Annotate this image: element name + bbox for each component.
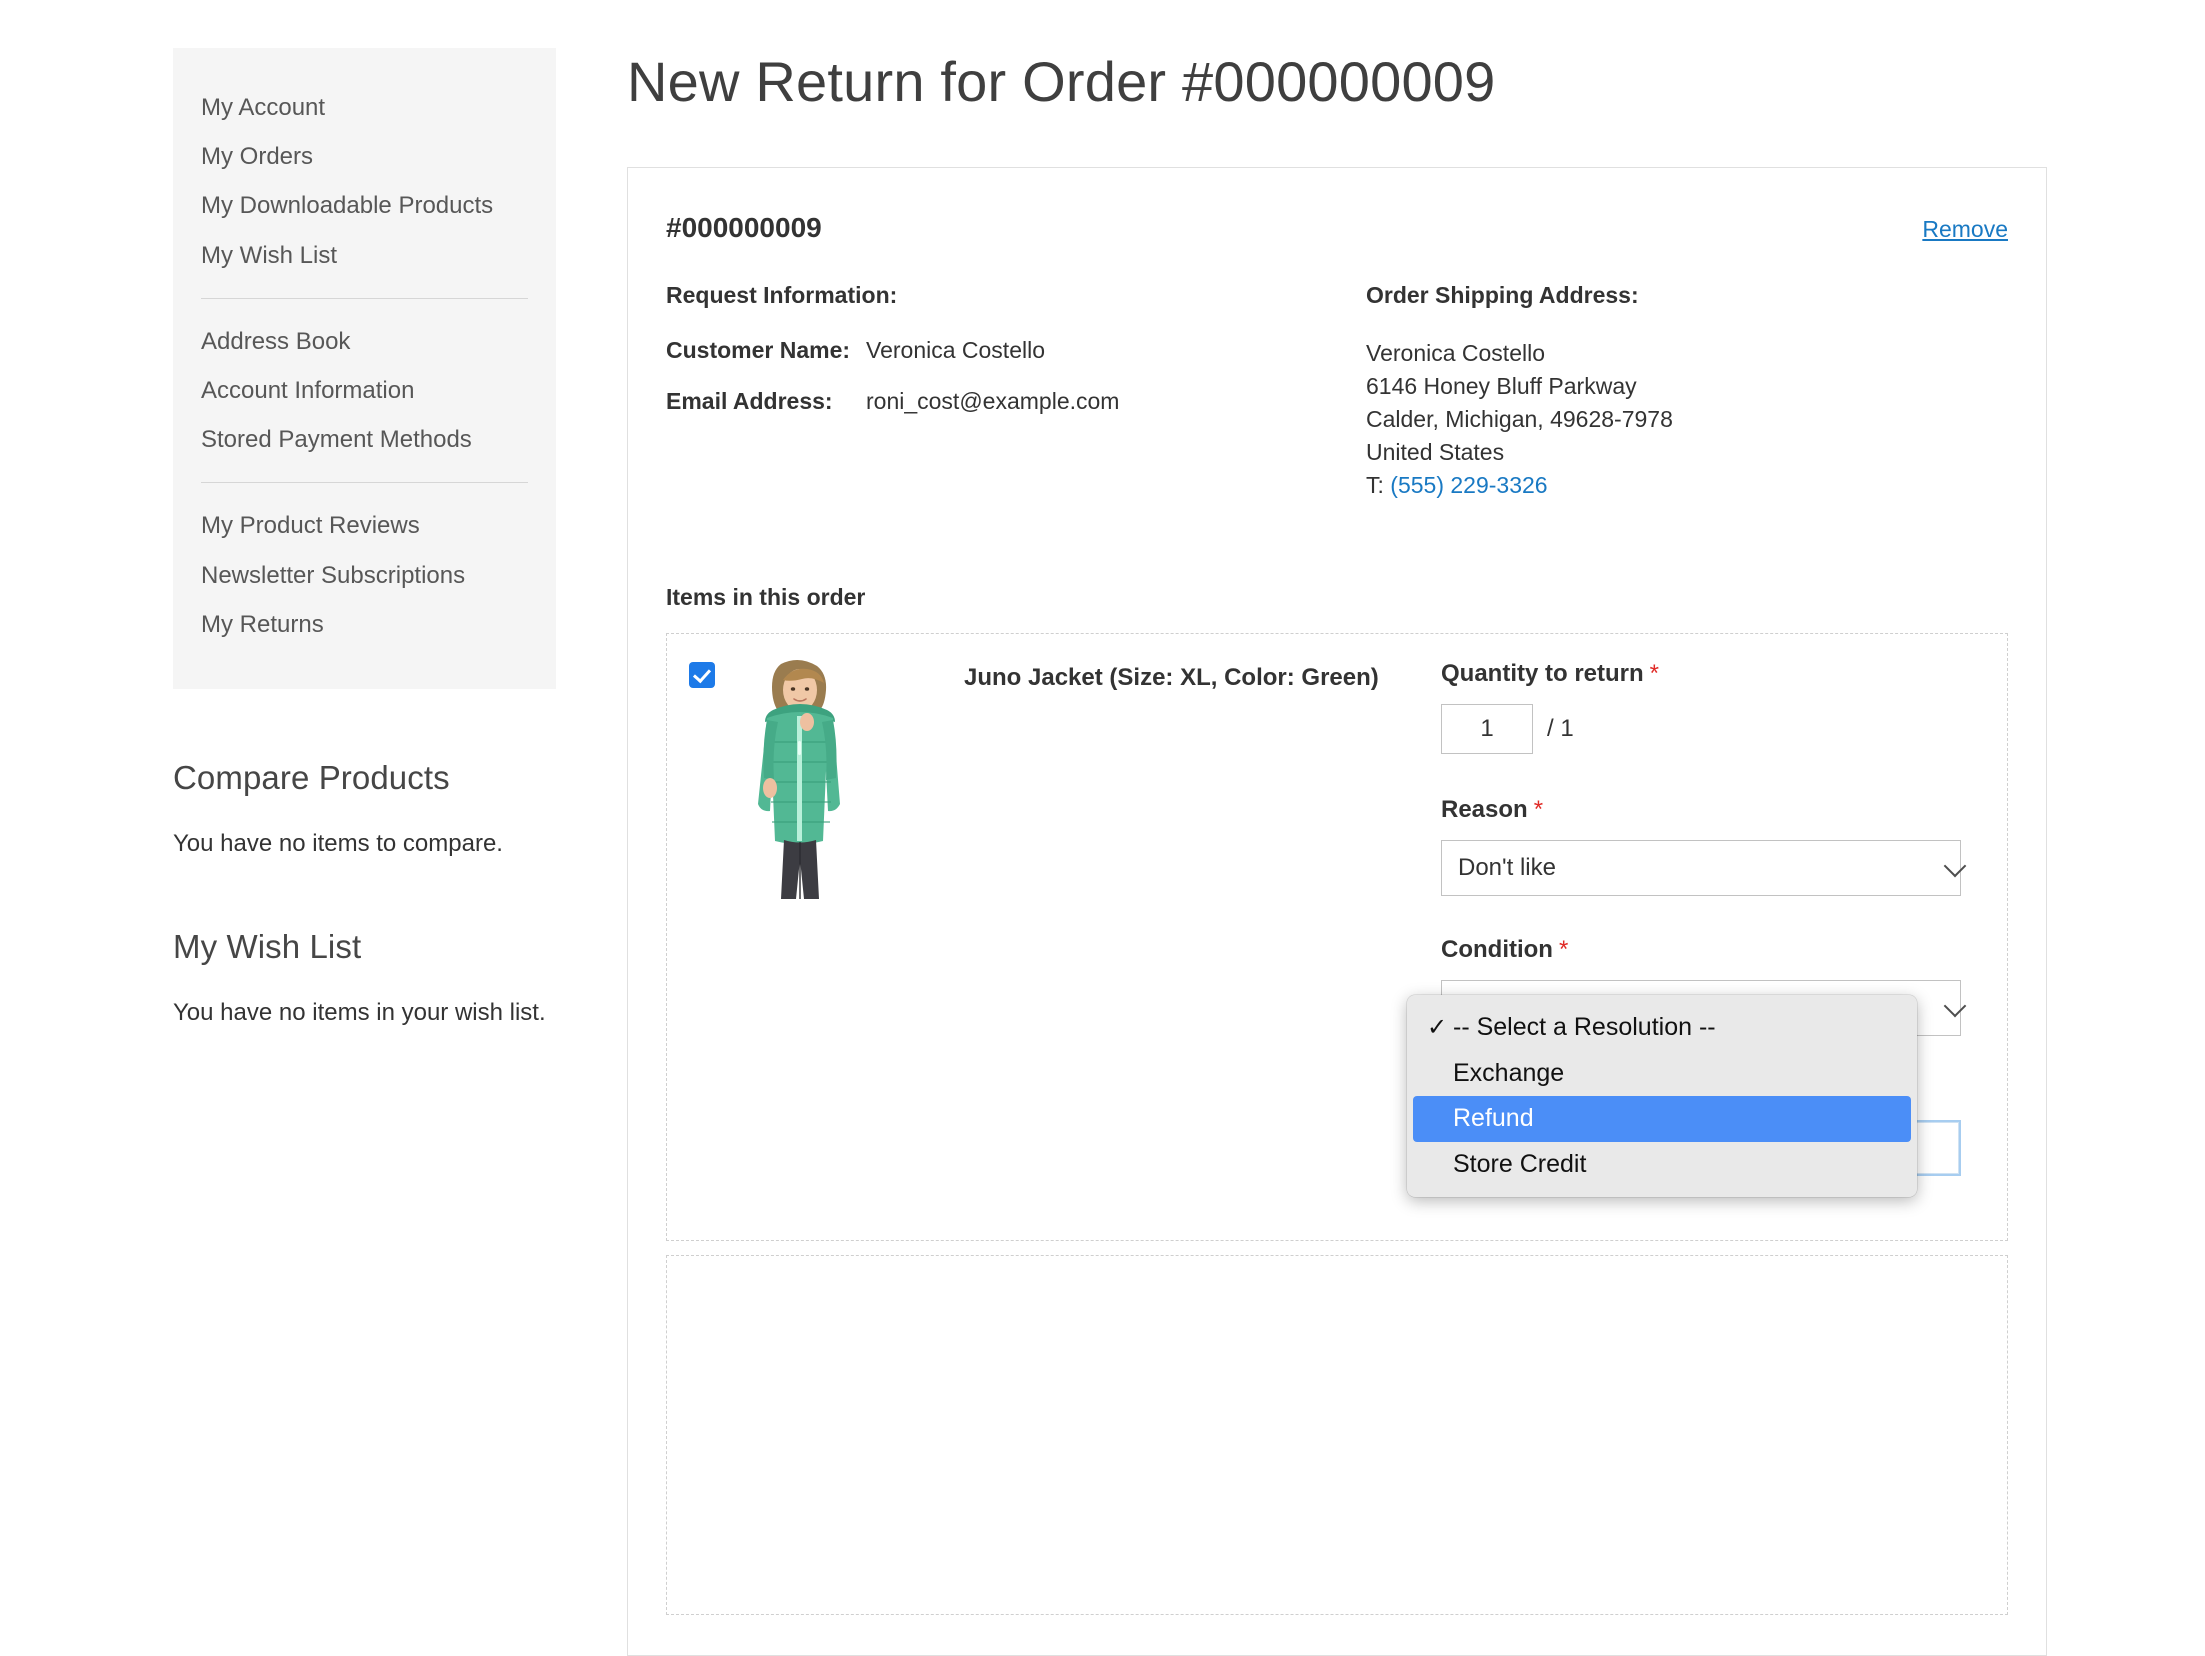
reason-label-text: Reason xyxy=(1441,796,1528,823)
sidebar-item-my-returns[interactable]: My Returns xyxy=(173,600,556,649)
shipping-country: United States xyxy=(1366,436,2006,469)
quantity-label: Quantity to return* xyxy=(1441,660,1981,688)
sidebar-item-my-account[interactable]: My Account xyxy=(173,83,556,132)
shipping-street: 6146 Honey Bluff Parkway xyxy=(1366,370,2006,403)
shipping-address-block: Order Shipping Address: Veronica Costell… xyxy=(1366,282,2006,501)
customer-name-row: Customer Name: Veronica Costello xyxy=(666,337,1366,364)
item-select-cell xyxy=(689,656,737,1216)
sidebar-item-my-product-reviews[interactable]: My Product Reviews xyxy=(173,501,556,550)
reason-required-marker: * xyxy=(1534,796,1543,823)
product-name: Juno Jacket (Size: XL, Color: Green) xyxy=(964,664,1441,692)
resolution-option-label: Store Credit xyxy=(1453,1147,1586,1183)
return-item-row xyxy=(666,1255,2008,1615)
sidebar-divider-2 xyxy=(201,482,528,483)
wish-list-block: My Wish List You have no items in your w… xyxy=(173,928,556,1027)
nav-group-activity: My Product Reviews Newsletter Subscripti… xyxy=(173,501,556,649)
quantity-total: / 1 xyxy=(1547,715,1574,743)
request-information-heading: Request Information: xyxy=(666,282,1366,309)
page-title: New Return for Order #000000009 xyxy=(627,48,2047,115)
resolution-option-store-credit[interactable]: Store Credit xyxy=(1413,1142,1911,1188)
nav-group-profile: Address Book Account Information Stored … xyxy=(173,317,556,465)
email-address-value: roni_cost@example.com xyxy=(866,388,1119,415)
items-in-this-order-heading: Items in this order xyxy=(666,584,2008,611)
order-number: #000000009 xyxy=(666,212,822,244)
sidebar-divider-1 xyxy=(201,298,528,299)
quantity-input[interactable] xyxy=(1441,704,1533,754)
compare-products-empty-text: You have no items to compare. xyxy=(173,830,556,858)
shipping-phone-row: T: (555) 229-3326 xyxy=(1366,469,2006,502)
item-image-cell xyxy=(737,656,882,1216)
resolution-option-label: Exchange xyxy=(1453,1056,1564,1092)
phone-prefix: T: xyxy=(1366,472,1390,498)
product-thumbnail xyxy=(737,656,862,899)
email-address-label: Email Address: xyxy=(666,388,866,415)
sidebar-item-newsletter-subscriptions[interactable]: Newsletter Subscriptions xyxy=(173,551,556,600)
return-request-card: #000000009 Remove Request Information: C… xyxy=(627,167,2047,1655)
main-content: New Return for Order #000000009 #0000000… xyxy=(627,0,2047,1656)
reason-select[interactable]: Don't like xyxy=(1441,840,1961,896)
wish-list-empty-text: You have no items in your wish list. xyxy=(173,999,556,1027)
resolution-option-exchange[interactable]: Exchange xyxy=(1413,1051,1911,1097)
condition-required-marker: * xyxy=(1559,936,1568,963)
customer-name-value: Veronica Costello xyxy=(866,337,1045,364)
compare-products-block: Compare Products You have no items to co… xyxy=(173,759,556,858)
phone-link[interactable]: (555) 229-3326 xyxy=(1390,472,1547,498)
wish-list-title: My Wish List xyxy=(173,928,556,966)
reason-label: Reason* xyxy=(1441,796,1981,824)
shipping-city-state-zip: Calder, Michigan, 49628-7978 xyxy=(1366,403,2006,436)
resolution-option-label: -- Select a Resolution -- xyxy=(1453,1010,1716,1046)
customer-name-label: Customer Name: xyxy=(666,337,866,364)
resolution-option-label: Refund xyxy=(1453,1101,1534,1137)
email-address-row: Email Address: roni_cost@example.com xyxy=(666,388,1366,415)
resolution-option-refund[interactable]: Refund xyxy=(1413,1096,1911,1142)
sidebar: My Account My Orders My Downloadable Pro… xyxy=(173,48,556,1027)
shipping-address-heading: Order Shipping Address: xyxy=(1366,282,2006,309)
quantity-row: / 1 xyxy=(1441,704,1981,754)
compare-products-title: Compare Products xyxy=(173,759,556,797)
sidebar-item-stored-payment-methods[interactable]: Stored Payment Methods xyxy=(173,415,556,464)
reason-selected-value: Don't like xyxy=(1458,854,1556,882)
check-icon: ✓ xyxy=(1427,1011,1453,1045)
sidebar-item-my-downloadable-products[interactable]: My Downloadable Products xyxy=(173,181,556,230)
sidebar-item-account-information[interactable]: Account Information xyxy=(173,366,556,415)
condition-label: Condition* xyxy=(1441,936,1981,964)
condition-label-text: Condition xyxy=(1441,936,1553,963)
sidebar-item-my-wish-list[interactable]: My Wish List xyxy=(173,231,556,280)
resolution-option-select-a-resolution[interactable]: ✓ -- Select a Resolution -- xyxy=(1413,1005,1911,1051)
resolution-dropdown-menu[interactable]: ✓ -- Select a Resolution -- Exchange Ref… xyxy=(1407,995,1917,1197)
sidebar-item-address-book[interactable]: Address Book xyxy=(173,317,556,366)
request-information-block: Request Information: Customer Name: Vero… xyxy=(666,282,1366,501)
shipping-name: Veronica Costello xyxy=(1366,337,2006,370)
quantity-label-text: Quantity to return xyxy=(1441,660,1644,687)
item-checkbox[interactable] xyxy=(689,662,715,688)
account-navigation: My Account My Orders My Downloadable Pro… xyxy=(173,48,556,689)
card-header: #000000009 Remove xyxy=(666,212,2008,244)
nav-group-account: My Account My Orders My Downloadable Pro… xyxy=(173,83,556,280)
sidebar-item-my-orders[interactable]: My Orders xyxy=(173,132,556,181)
remove-link[interactable]: Remove xyxy=(1922,216,2008,243)
information-columns: Request Information: Customer Name: Vero… xyxy=(666,282,2008,501)
reason-select-wrap: Don't like xyxy=(1441,840,1981,896)
item-name-cell: Juno Jacket (Size: XL, Color: Green) xyxy=(882,656,1441,1216)
quantity-required-marker: * xyxy=(1650,660,1659,687)
